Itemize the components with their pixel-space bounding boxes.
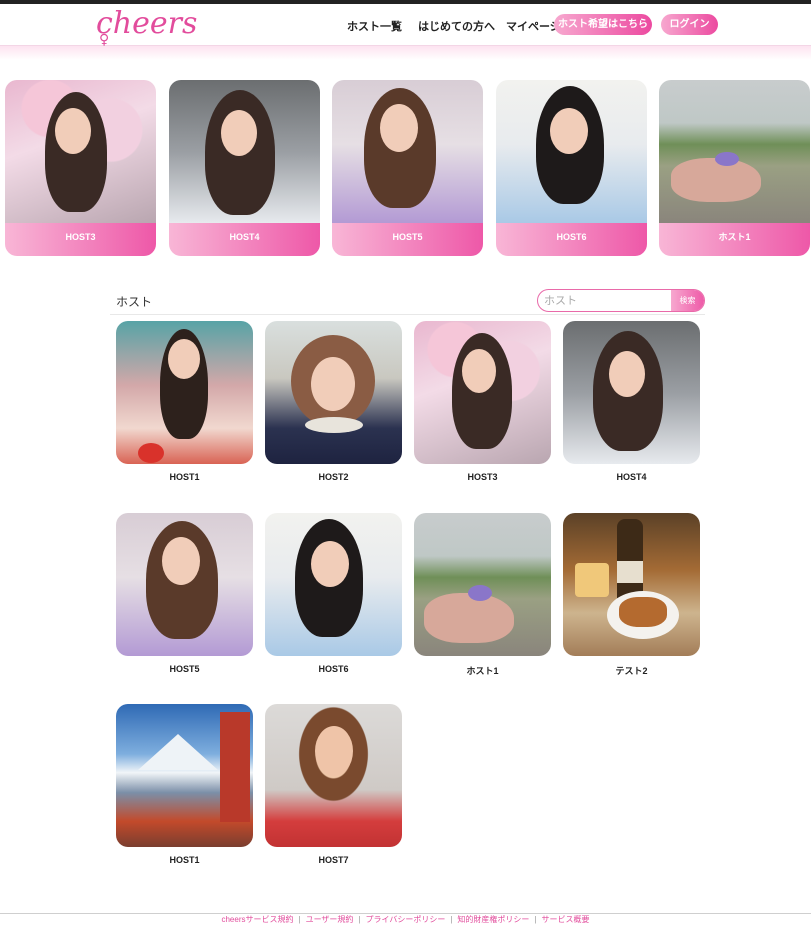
host-photo bbox=[414, 321, 551, 464]
host-card[interactable]: HOST6 bbox=[265, 513, 402, 674]
host-card[interactable]: HOST7 bbox=[265, 704, 402, 865]
section-divider bbox=[110, 314, 705, 315]
host-name: HOST3 bbox=[467, 472, 498, 482]
featured-name: ホスト1 bbox=[659, 223, 810, 256]
featured-name: HOST6 bbox=[496, 223, 647, 256]
host-photo bbox=[116, 513, 253, 656]
host-photo bbox=[496, 80, 647, 223]
featured-card[interactable]: HOST6 bbox=[496, 80, 647, 256]
search-button[interactable]: 検索 bbox=[671, 290, 704, 311]
host-photo bbox=[414, 513, 551, 656]
featured-name: HOST4 bbox=[169, 223, 320, 256]
host-photo bbox=[265, 513, 402, 656]
host-photo bbox=[563, 321, 700, 464]
host-photo bbox=[659, 80, 810, 223]
featured-name: HOST3 bbox=[5, 223, 156, 256]
host-apply-button[interactable]: ホスト希望はこちら bbox=[554, 14, 652, 35]
featured-card[interactable]: HOST4 bbox=[169, 80, 320, 256]
featured-card[interactable]: HOST3 bbox=[5, 80, 156, 256]
search-input[interactable] bbox=[544, 292, 672, 310]
host-photo bbox=[265, 321, 402, 464]
host-photo bbox=[265, 704, 402, 847]
host-card[interactable]: テスト2 bbox=[563, 513, 700, 677]
host-card[interactable]: HOST1 bbox=[116, 704, 253, 865]
host-name: HOST2 bbox=[318, 472, 349, 482]
host-name: HOST1 bbox=[169, 855, 200, 865]
host-name: テスト2 bbox=[615, 666, 648, 676]
cheers-logo[interactable]: cheers ♀ bbox=[96, 6, 198, 48]
host-photo bbox=[332, 80, 483, 223]
host-card[interactable]: HOST4 bbox=[563, 321, 700, 482]
host-card[interactable]: HOST5 bbox=[116, 513, 253, 674]
featured-card[interactable]: HOST5 bbox=[332, 80, 483, 256]
nav-host-list[interactable]: ホスト一覧 bbox=[347, 18, 402, 34]
footer-link-user-terms[interactable]: ユーザー規約 bbox=[306, 915, 354, 924]
host-name: HOST6 bbox=[318, 664, 349, 674]
host-name: ホスト1 bbox=[466, 666, 499, 676]
host-card[interactable]: HOST1 bbox=[116, 321, 253, 482]
footer-link-terms[interactable]: cheersサービス規約 bbox=[221, 915, 293, 924]
host-photo bbox=[116, 321, 253, 464]
login-button[interactable]: ログイン bbox=[661, 14, 718, 35]
host-name: HOST7 bbox=[318, 855, 349, 865]
site-header: cheers ♀ ホスト一覧 はじめての方へ マイページ ホスト希望はこちら ロ… bbox=[0, 4, 811, 48]
nav-mypage[interactable]: マイページ bbox=[506, 18, 561, 34]
host-photo bbox=[169, 80, 320, 223]
host-name: HOST4 bbox=[616, 472, 647, 482]
host-search: 検索 bbox=[537, 289, 705, 312]
host-photo bbox=[116, 704, 253, 847]
host-card[interactable]: ホスト1 bbox=[414, 513, 551, 677]
section-title: ホスト bbox=[116, 295, 153, 309]
footer-link-overview[interactable]: サービス概要 bbox=[542, 915, 590, 924]
featured-name: HOST5 bbox=[332, 223, 483, 256]
host-photo bbox=[563, 513, 700, 656]
footer-link-privacy[interactable]: プライバシーポリシー bbox=[366, 915, 446, 924]
header-shadow-band bbox=[0, 46, 811, 60]
featured-card[interactable]: ホスト1 bbox=[659, 80, 810, 256]
host-photo bbox=[5, 80, 156, 223]
host-card[interactable]: HOST3 bbox=[414, 321, 551, 482]
site-footer: cheersサービス規約 | ユーザー規約 | プライバシーポリシー | 知的財産権ポリシー… bbox=[0, 913, 811, 927]
nav-beginners[interactable]: はじめての方へ bbox=[418, 18, 495, 34]
logo-text: cheers bbox=[96, 6, 198, 41]
host-name: HOST1 bbox=[169, 472, 200, 482]
footer-link-ip-policy[interactable]: 知的財産権ポリシー bbox=[457, 915, 529, 924]
host-card[interactable]: HOST2 bbox=[265, 321, 402, 482]
host-name: HOST5 bbox=[169, 664, 200, 674]
